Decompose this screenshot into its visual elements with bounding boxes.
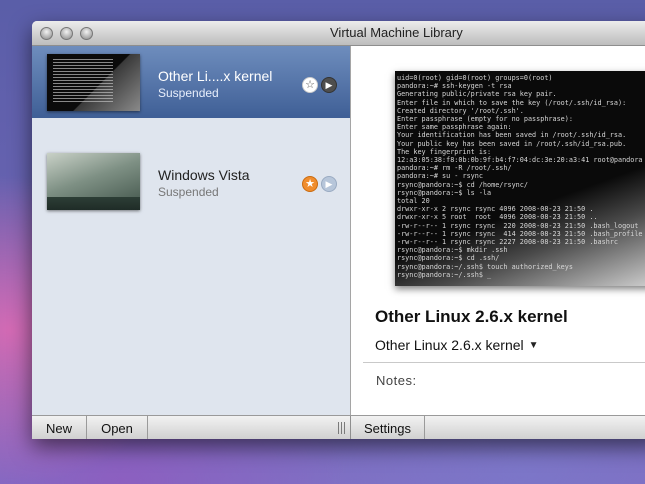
- vm-thumbnail: [47, 54, 140, 111]
- vm-list-sidebar: Other Li....x kernel Suspended ☆ ▶ Windo…: [32, 46, 351, 415]
- bottom-toolbar: New Open Settings: [32, 415, 645, 439]
- new-button[interactable]: New: [32, 416, 87, 439]
- vm-thumbnail: [47, 153, 140, 210]
- terminal-line: pandora:~# su - rsync: [397, 172, 483, 181]
- terminal-line: Enter file in which to save the key (/ro…: [397, 98, 627, 107]
- terminal-line: Enter passphrase (empty for no passphras…: [397, 115, 573, 124]
- terminal-line: Generating public/private rsa key pair.: [397, 90, 557, 99]
- terminal-line: Enter same passphrase again:: [397, 123, 512, 132]
- terminal-line: rsync@pandora:~$ cd /home/rsync/: [397, 180, 528, 189]
- terminal-line: rsync@pandora:~/.ssh$ _: [397, 270, 492, 279]
- terminal-line: 12:a3:05:38:f8:0b:0b:9f:b4:f7:04:dc:3e:2…: [397, 156, 643, 165]
- vm-list-item-windows-vista[interactable]: Windows Vista Suspended ★ ▶: [32, 145, 350, 217]
- vm-status: Suspended: [158, 185, 219, 199]
- terminal-line: rsync@pandora:~$ mkdir .ssh: [397, 246, 508, 255]
- play-icon[interactable]: ▶: [321, 176, 337, 192]
- terminal-line: -rw-r--r-- 1 rsync rsync 220 2008-08-23 …: [397, 221, 639, 230]
- terminal-line: drwxr-xr-x 5 root root 4096 2008-08-23 2…: [397, 213, 598, 222]
- vm-screenshot-preview: uid=0(root) gid=0(root) groups=0(root) pa…: [395, 71, 645, 286]
- star-filled-icon[interactable]: ★: [302, 176, 318, 192]
- os-type-dropdown[interactable]: Other Linux 2.6.x kernel ▼: [375, 337, 539, 353]
- split-resize-handle[interactable]: [338, 422, 346, 434]
- window-title: Virtual Machine Library: [330, 25, 463, 40]
- terminal-line: rsync@pandora:~/.ssh$ touch authorized_k…: [397, 262, 573, 271]
- terminal-line: pandora:~# rm -R /root/.ssh/: [397, 164, 512, 173]
- vm-status: Suspended: [158, 86, 219, 100]
- divider: [363, 362, 645, 363]
- terminal-line: pandora:~# ssh-keygen -t rsa: [397, 82, 512, 91]
- play-icon[interactable]: ▶: [321, 77, 337, 93]
- close-window-button[interactable]: [40, 27, 53, 40]
- vm-library-window: Virtual Machine Library Other Li....x ke…: [32, 21, 645, 439]
- terminal-line: rsync@pandora:~$ ls -la: [397, 188, 492, 197]
- vm-title: Other Linux 2.6.x kernel: [375, 307, 568, 326]
- zoom-window-button[interactable]: [80, 27, 93, 40]
- terminal-line: Created directory '/root/.ssh'.: [397, 106, 524, 115]
- minimize-window-button[interactable]: [60, 27, 73, 40]
- star-outline-icon[interactable]: ☆: [302, 77, 318, 93]
- terminal-line: Your public key has been saved in /root/…: [397, 139, 627, 148]
- terminal-line: Your identification has been saved in /r…: [397, 131, 627, 140]
- terminal-line: rsync@pandora:~$ cd .ssh/: [397, 254, 500, 263]
- vm-name: Other Li....x kernel: [158, 68, 273, 84]
- terminal-line: -rw-r--r-- 1 rsync rsync 2227 2008-08-23…: [397, 238, 618, 247]
- terminal-line: total 20: [397, 197, 430, 206]
- settings-button[interactable]: Settings: [351, 416, 425, 439]
- terminal-line: -rw-r--r-- 1 rsync rsync 414 2008-08-23 …: [397, 229, 643, 238]
- os-type-value: Other Linux 2.6.x kernel: [375, 337, 524, 353]
- titlebar[interactable]: Virtual Machine Library: [32, 21, 645, 46]
- notes-label: Notes:: [376, 373, 417, 388]
- terminal-line: drwxr-xr-x 2 rsync rsync 4096 2008-08-23…: [397, 205, 594, 214]
- open-button[interactable]: Open: [87, 416, 148, 439]
- terminal-line: The key fingerprint is:: [397, 147, 492, 156]
- vm-list-item-other-linux[interactable]: Other Li....x kernel Suspended ☆ ▶: [32, 46, 350, 118]
- chevron-down-icon: ▼: [528, 339, 539, 351]
- vm-detail-pane: uid=0(root) gid=0(root) groups=0(root) pa…: [351, 46, 645, 415]
- terminal-line: uid=0(root) gid=0(root) groups=0(root): [397, 74, 553, 82]
- vm-name: Windows Vista: [158, 167, 250, 183]
